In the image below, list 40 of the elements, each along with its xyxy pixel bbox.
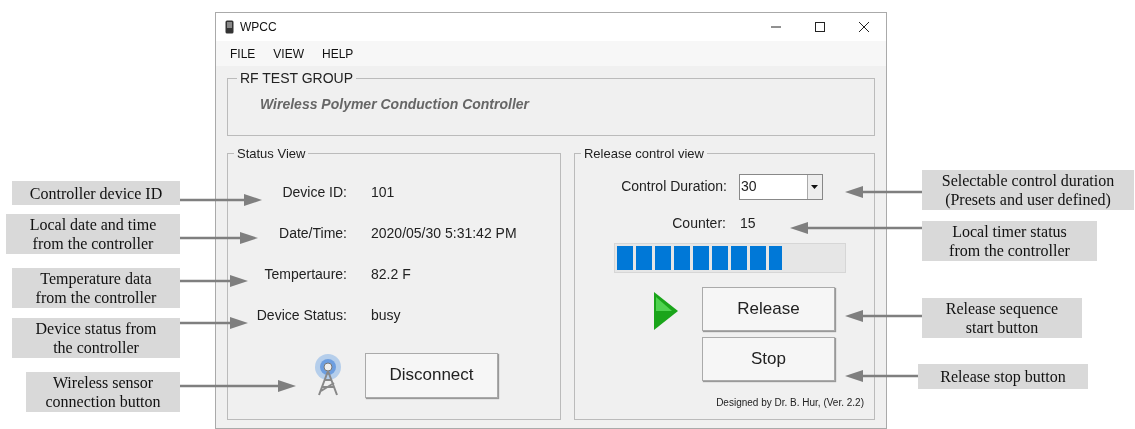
menu-item[interactable]: VIEW <box>273 44 304 63</box>
field-label: Tempertaure: <box>263 265 347 283</box>
callout-label: Local date and time from the controller <box>6 214 180 254</box>
callout-label: Device status from the controller <box>12 318 180 358</box>
field-value: 101 <box>371 183 396 201</box>
callout-label: Wireless sensor connection button <box>26 372 180 412</box>
arrow <box>180 275 248 287</box>
window-title: WPCC <box>240 19 277 36</box>
group-title: Release control view <box>582 145 705 163</box>
close-icon <box>859 22 869 32</box>
callout-label: Temperature data from the controller <box>12 268 180 308</box>
callout-label: Local timer status from the controller <box>922 221 1097 261</box>
group-title: RF TEST GROUP <box>239 69 355 88</box>
callout-label: Selectable control duration (Presets and user defined) <box>922 170 1134 210</box>
field-value: 2020/05/30 5:31:42 PM <box>371 224 518 242</box>
stop-button[interactable]: Stop <box>701 336 835 381</box>
callout-label: Release sequence start button <box>922 298 1082 338</box>
field-label: Control Duration: <box>620 177 727 196</box>
menu-item[interactable]: FILE <box>230 44 256 63</box>
callout-label: Controller device ID <box>12 181 180 205</box>
play-icon <box>653 291 678 330</box>
field-label: Counter: <box>671 213 726 233</box>
field-label: Date/Time: <box>278 224 347 242</box>
arrow <box>180 317 248 329</box>
credit-text: Designed by Dr. B. Hur, (Ver. 2.2) <box>716 395 864 410</box>
field-label: Device Status: <box>255 306 347 324</box>
field-value: 15 <box>739 213 756 233</box>
release-button[interactable]: Release <box>701 286 835 331</box>
duration-dropdown[interactable]: 30 <box>738 173 823 200</box>
disconnect-button[interactable]: Disconnect <box>365 352 498 398</box>
caret-icon <box>811 184 819 189</box>
group-title: Status View <box>236 145 307 163</box>
field-value: busy <box>371 306 402 324</box>
app-subtitle: Wireless Polymer Conduction Controller <box>260 95 531 114</box>
menu-item[interactable]: HELP <box>322 44 354 63</box>
field-value: 82.2 F <box>371 265 412 283</box>
field-label: Device ID: <box>281 183 347 201</box>
phone-icon <box>225 20 234 34</box>
maximize-icon <box>815 22 825 32</box>
callout-label: Release stop button <box>918 364 1088 389</box>
